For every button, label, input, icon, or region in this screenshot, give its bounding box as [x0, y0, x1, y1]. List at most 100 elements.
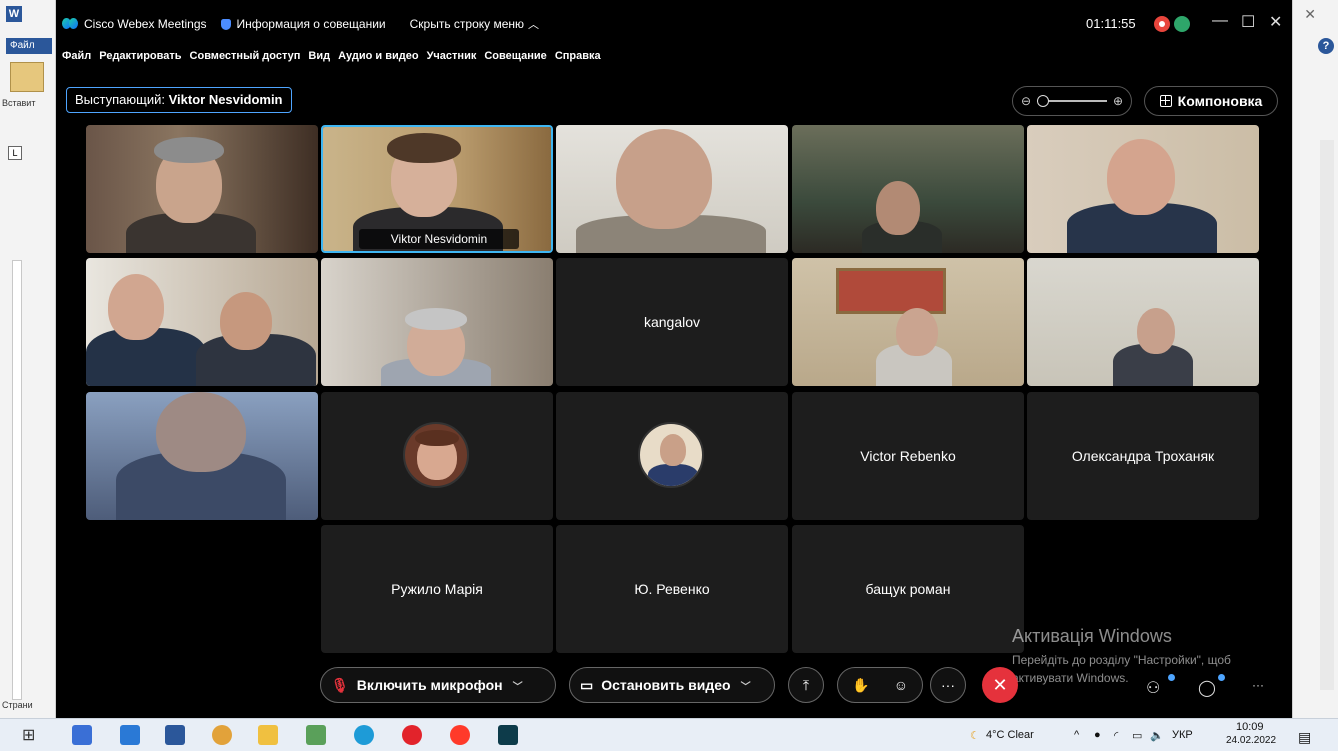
- wifi-icon[interactable]: ◜: [1114, 729, 1118, 742]
- zoom-control[interactable]: ⊖ ⊕: [1012, 86, 1132, 116]
- video-tile[interactable]: [556, 125, 788, 253]
- menu-edit[interactable]: Редактировать: [99, 50, 181, 62]
- stop-video-button[interactable]: ▭ Остановить видео ﹀: [569, 667, 775, 703]
- minimize-icon[interactable]: —: [1212, 12, 1228, 30]
- share-icon[interactable]: ⤒: [788, 667, 824, 703]
- network-stats-icon[interactable]: [1174, 16, 1190, 32]
- meeting-toolbar: 🎙 Включить микрофон ﹀ ▭ Остановить видео…: [56, 656, 1292, 718]
- participant-tile-rebenko[interactable]: Victor Rebenko: [792, 392, 1024, 520]
- maximize-icon[interactable]: ☐: [1241, 12, 1255, 32]
- file-explorer-icon[interactable]: [258, 725, 278, 745]
- video-tile[interactable]: [86, 258, 318, 386]
- start-icon[interactable]: ⊞: [22, 725, 42, 745]
- participants-badge: [1168, 674, 1175, 681]
- opera-icon[interactable]: [402, 725, 422, 745]
- layout-button[interactable]: Компоновка: [1144, 86, 1278, 116]
- language-indicator[interactable]: УКР: [1172, 729, 1193, 741]
- video-tile[interactable]: [321, 258, 553, 386]
- word-right-panel: ✕ ?: [1292, 0, 1338, 718]
- word-app-icon[interactable]: W: [6, 6, 22, 22]
- speaker-prefix: Выступающий:: [75, 92, 165, 107]
- mic-label: Включить микрофон: [356, 677, 503, 693]
- menu-participant[interactable]: Участник: [427, 50, 477, 62]
- weather-text[interactable]: 4°C Clear: [986, 729, 1034, 741]
- menu-help[interactable]: Справка: [555, 50, 601, 62]
- end-meeting-button[interactable]: ✕: [982, 667, 1018, 703]
- active-speaker-label[interactable]: Выступающий: Viktor Nesvidomin: [66, 87, 292, 113]
- mail-icon[interactable]: [120, 725, 140, 745]
- menu-file[interactable]: Файл: [62, 50, 91, 62]
- image-viewer-icon[interactable]: [306, 725, 326, 745]
- panel-more-icon[interactable]: ···: [1252, 678, 1264, 692]
- menu-view[interactable]: Вид: [308, 50, 330, 62]
- volume-icon[interactable]: 🔈: [1150, 729, 1164, 742]
- participant-video: [86, 125, 318, 253]
- help-icon[interactable]: ?: [1318, 38, 1334, 54]
- word-left-panel: W Файл Вставит L Страни: [0, 0, 56, 718]
- app-title: Cisco Webex Meetings: [84, 17, 207, 31]
- video-tile[interactable]: [792, 125, 1024, 253]
- participant-name: kangalov: [643, 314, 701, 330]
- video-tile[interactable]: [1027, 125, 1259, 253]
- participant-tile-kangalov[interactable]: kangalov: [556, 258, 788, 386]
- video-tile[interactable]: [86, 392, 318, 520]
- word-status-page[interactable]: Страни: [2, 700, 33, 710]
- participant-name: Ю. Ревенко: [634, 581, 710, 597]
- yandex-icon[interactable]: [450, 725, 470, 745]
- zoom-out-icon[interactable]: ⊖: [1021, 94, 1031, 108]
- save-icon[interactable]: [72, 725, 92, 745]
- chevron-down-icon[interactable]: ﹀: [741, 678, 751, 693]
- more-options-icon[interactable]: ···: [930, 667, 966, 703]
- chevron-up-icon[interactable]: ︿: [528, 16, 539, 32]
- participants-icon[interactable]: ⚇: [1146, 678, 1160, 698]
- video-tile[interactable]: [792, 258, 1024, 386]
- paste-label[interactable]: Вставит: [2, 98, 35, 108]
- menu-audio-video[interactable]: Аудио и видео: [338, 50, 418, 62]
- paste-icon[interactable]: [10, 62, 44, 92]
- menu-meeting[interactable]: Совещание: [484, 50, 546, 62]
- clock-time[interactable]: 10:09: [1236, 721, 1264, 733]
- edge-icon[interactable]: [354, 725, 374, 745]
- close-icon[interactable]: ✕: [1269, 12, 1282, 32]
- zoom-slider[interactable]: [1037, 95, 1107, 107]
- unmute-button[interactable]: 🎙 Включить микрофон ﹀: [320, 667, 556, 703]
- tab-selector-button[interactable]: L: [8, 146, 22, 160]
- word-scrollbar[interactable]: [1320, 140, 1334, 690]
- microphone-icon[interactable]: ●: [1094, 729, 1101, 741]
- participant-video: [321, 258, 553, 386]
- chevron-down-icon[interactable]: ﹀: [513, 678, 523, 693]
- shield-icon[interactable]: [220, 18, 231, 30]
- participant-tile-ruzhylo[interactable]: Ружило Марія: [321, 525, 553, 653]
- weather-icon[interactable]: ☾: [970, 729, 980, 742]
- zoom-slider-knob[interactable]: [1037, 95, 1050, 107]
- reactions-group[interactable]: ✋ ☺: [837, 667, 923, 703]
- recording-icon[interactable]: [1154, 16, 1170, 32]
- zoom-in-icon[interactable]: ⊕: [1113, 94, 1123, 108]
- participant-name: Ружило Марія: [391, 581, 483, 597]
- vertical-ruler: [12, 260, 22, 700]
- chat-icon[interactable]: ◯: [1198, 678, 1216, 698]
- word-close-icon[interactable]: ✕: [1304, 6, 1316, 23]
- participant-tile-bashchuk[interactable]: бащук роман: [792, 525, 1024, 653]
- reaction-icon[interactable]: ☺: [894, 677, 908, 693]
- meeting-info-link[interactable]: Информация о совещании: [237, 17, 386, 31]
- participant-tile-trokhanyak[interactable]: Олександра Троханяк: [1027, 392, 1259, 520]
- notifications-icon[interactable]: ▤: [1298, 729, 1311, 746]
- participant-tile-revenko[interactable]: Ю. Ревенко: [556, 525, 788, 653]
- participant-tile-avatar[interactable]: [556, 392, 788, 520]
- word-taskbar-icon[interactable]: [165, 725, 185, 745]
- word-file-tab[interactable]: Файл: [6, 38, 52, 54]
- clock-date[interactable]: 24.02.2022: [1226, 735, 1276, 746]
- video-tile[interactable]: [1027, 258, 1259, 386]
- chrome-icon[interactable]: [212, 725, 232, 745]
- video-tile-active[interactable]: Viktor Nesvidomin: [321, 125, 553, 253]
- participant-tile-avatar[interactable]: [321, 392, 553, 520]
- menu-share[interactable]: Совместный доступ: [190, 50, 301, 62]
- hide-menu-bar-button[interactable]: Скрыть строку меню: [410, 17, 524, 31]
- video-tile[interactable]: [86, 125, 318, 253]
- battery-icon[interactable]: ▭: [1132, 729, 1142, 742]
- raise-hand-icon[interactable]: ✋: [852, 677, 869, 694]
- chevron-up-icon[interactable]: ^: [1074, 729, 1079, 741]
- participant-video: [792, 125, 1024, 253]
- webex-taskbar-icon[interactable]: [498, 725, 518, 745]
